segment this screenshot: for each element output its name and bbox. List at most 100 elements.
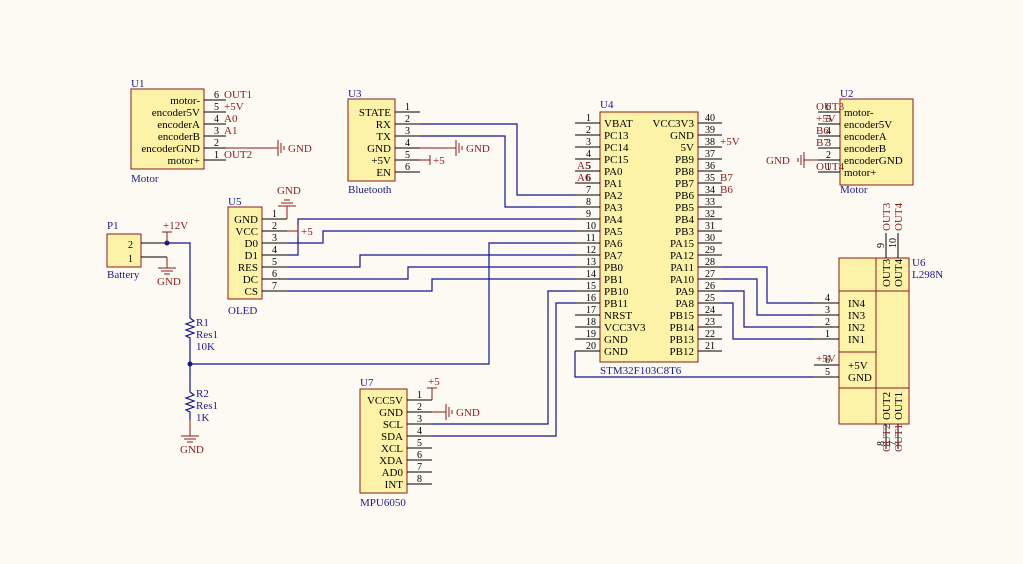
u4-left-pin-label: PC15 <box>604 154 629 166</box>
u5-pin-number: 2 <box>272 221 277 232</box>
u4-right-pin-number: 24 <box>705 305 715 316</box>
u6-top-pin-label: OUT4 <box>893 258 905 287</box>
u6-input-number: 1 <box>825 329 830 340</box>
u4-left-pin-label: VCC3V3 <box>604 322 646 334</box>
u4-right-pin-label: VCC3V3 <box>652 118 694 130</box>
u7-pin-number: 5 <box>417 438 422 449</box>
u4-right-pin-number: 37 <box>705 149 715 160</box>
u6-input-number: 2 <box>825 317 830 328</box>
r1-type: Res1 <box>196 329 218 341</box>
wire-mpu-scl <box>432 290 575 425</box>
u4-left-pin-number: 2 <box>586 125 591 136</box>
wire-in3 <box>722 278 814 316</box>
u4-left-pin-label: PB11 <box>604 298 628 310</box>
u5-pin-label: CS <box>245 286 258 298</box>
u7-name: MPU6050 <box>360 497 406 509</box>
r2-symbol <box>184 384 196 420</box>
u6-pwr-number: 5 <box>825 367 830 378</box>
u4-left-pin-label: PA2 <box>604 190 623 202</box>
u4-left-pin-number: 9 <box>586 209 591 220</box>
u5-pin-label: RES <box>238 262 258 274</box>
u6-top-pin-number: 9 <box>876 243 887 248</box>
u4-net-5v: +5V <box>720 136 740 148</box>
u4-left-pin-number: 3 <box>586 137 591 148</box>
u6-input-label: IN1 <box>848 334 865 346</box>
u5-pin-label: DC <box>243 274 258 286</box>
r2-gnd-label: GND <box>180 444 204 456</box>
u4-left-pin-label: PB0 <box>604 262 623 274</box>
u5-pin-number: 1 <box>272 209 277 220</box>
u4-left-pin-number: 20 <box>586 341 596 352</box>
u2-net-label: +5V <box>816 113 836 125</box>
u2-pin-label: motor- <box>844 107 874 119</box>
u1-pin-number: 3 <box>214 126 219 137</box>
u3-pin-number: 3 <box>405 126 410 137</box>
u4-right-pin-number: 25 <box>705 293 715 304</box>
u4-right-pin-number: 28 <box>705 257 715 268</box>
u3-pin-label: STATE <box>359 107 391 119</box>
u4-right-pin-number: 38 <box>705 137 715 148</box>
motor-u1: U1 Motor motor- 6 OUT1 encoder5V 5 +5V encoder… <box>130 78 252 185</box>
u1-net-label: OUT2 <box>224 149 252 161</box>
wire-mpu-sda <box>432 302 575 437</box>
u5-pin-number: 3 <box>272 233 277 244</box>
u7-pin-label: AD0 <box>382 467 404 479</box>
u4-right-pin-label: PA8 <box>675 298 694 310</box>
u4-left-pin-label: GND <box>604 334 628 346</box>
u1-pin-number: 2 <box>214 138 219 149</box>
u4-left-pin-number: 8 <box>586 197 591 208</box>
u4-right-pin-number: 36 <box>705 161 715 172</box>
wire-oled-d0 <box>287 230 575 244</box>
u4-left-pin-number: 10 <box>586 221 596 232</box>
u1-name: Motor <box>131 173 159 185</box>
p1-gnd-label: GND <box>157 276 181 288</box>
u1-pin-number: 5 <box>214 102 219 113</box>
u7-pin-label: INT <box>385 479 404 491</box>
u2-net-label: OUT3 <box>816 101 845 113</box>
u4-left-pin-number: 1 <box>586 113 591 124</box>
u7-pin-number: 3 <box>417 414 422 425</box>
u3-pin-number: 6 <box>405 162 410 173</box>
u4-left-pin-number: 16 <box>586 293 596 304</box>
u4-left-pin-number: 13 <box>586 257 596 268</box>
u7-pin-label: SCL <box>383 419 403 431</box>
u7-pin-label: VCC5V <box>367 395 403 407</box>
u2-gnd-label: GND <box>766 155 790 167</box>
u4-left-pin-number: 17 <box>586 305 596 316</box>
schematic-canvas: U1 Motor motor- 6 OUT1 encoder5V 5 +5V encoder… <box>106 78 943 509</box>
u4-right-pin-label: GND <box>670 130 694 142</box>
u4-right-pin-label: PB8 <box>675 166 694 178</box>
u4-left-pin-label: PC13 <box>604 130 629 142</box>
u4-left-pin-label: PA3 <box>604 202 623 214</box>
u4-right-pin-number: 30 <box>705 233 715 244</box>
u4-net-b6: B6 <box>720 184 733 196</box>
wire-oled-d1 <box>287 218 575 256</box>
r2-ref: R2 <box>196 388 209 400</box>
u6-input-label: IN3 <box>848 310 866 322</box>
u7-pin-number: 1 <box>417 390 422 401</box>
u6-top-net: OUT4 <box>893 202 905 231</box>
u4-left-pin-label: GND <box>604 346 628 358</box>
u1-pin-label: encoderA <box>157 119 200 131</box>
u2-pin-label: encoderB <box>844 143 886 155</box>
u4-left-pin-number: 19 <box>586 329 596 340</box>
u2-net-label: B6 <box>816 125 829 137</box>
u4-left-pin-number: 14 <box>586 269 596 280</box>
u5-pin-label: VCC <box>235 226 258 238</box>
u6-name: L298N <box>912 269 943 281</box>
u3-pwr-label: +5 <box>433 155 445 167</box>
u1-ref: U1 <box>131 78 144 90</box>
u4-right-pin-label: PA12 <box>670 250 694 262</box>
u4-left-pin-label: PA1 <box>604 178 623 190</box>
u7-pin-number: 4 <box>417 426 422 437</box>
u1-net-label: A0 <box>224 113 238 125</box>
u6-ref: U6 <box>912 257 926 269</box>
p1-pin2-num: 2 <box>128 240 133 251</box>
u4-right-pin-label: PB9 <box>675 154 694 166</box>
u1-pin-number: 1 <box>214 150 219 161</box>
u4-right-pin-label: PB6 <box>675 190 694 202</box>
u2-pin-label: encoderA <box>844 131 887 143</box>
u2-name: Motor <box>840 184 868 196</box>
u4-name: STM32F103C8T6 <box>600 365 682 377</box>
motor-u2: U2 Motor motor-6OUT3encoder5V5+5Vencoder… <box>816 88 914 196</box>
